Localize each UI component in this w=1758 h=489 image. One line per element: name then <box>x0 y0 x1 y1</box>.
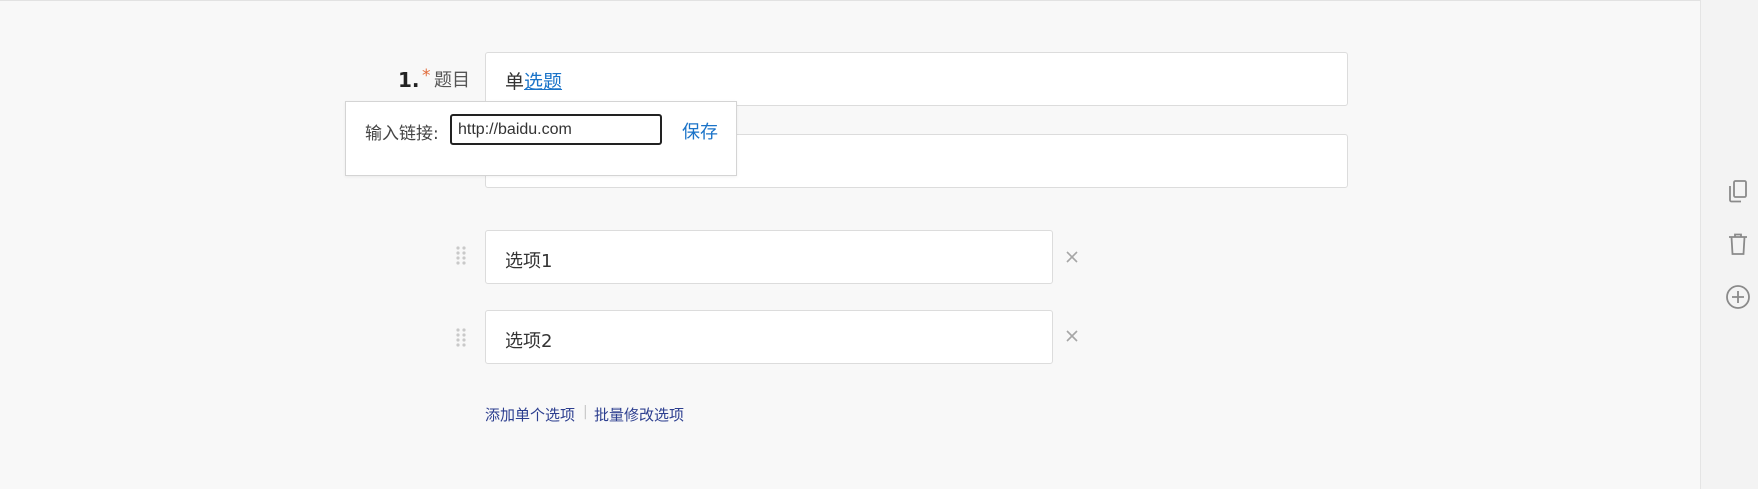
action-separator: | <box>583 404 588 420</box>
option-label: 选项2 <box>505 331 553 352</box>
title-text: 单 <box>505 71 525 93</box>
remove-option-icon[interactable] <box>1063 248 1081 266</box>
drag-handle-icon[interactable] <box>455 245 467 265</box>
link-popup-label: 输入链接: <box>365 124 439 144</box>
link-save-button[interactable]: 保存 <box>682 118 718 144</box>
title-link-text[interactable]: 选题 <box>524 71 562 93</box>
option-label: 选项1 <box>505 251 553 272</box>
copy-icon[interactable] <box>1725 178 1751 204</box>
remove-option-icon[interactable] <box>1063 327 1081 345</box>
link-url-input[interactable] <box>450 114 662 145</box>
drag-handle-icon[interactable] <box>455 327 467 347</box>
add-circle-icon[interactable] <box>1725 284 1751 310</box>
option-field[interactable]: 选项1 <box>485 230 1053 284</box>
required-mark: * <box>422 66 431 86</box>
trash-icon[interactable] <box>1725 231 1751 257</box>
option-field[interactable]: 选项2 <box>485 310 1053 364</box>
add-single-option-link[interactable]: 添加单个选项 <box>485 404 575 425</box>
top-divider <box>0 0 1700 1</box>
question-number: 1. <box>398 68 420 92</box>
link-popup: 输入链接: 保存 <box>345 101 737 176</box>
batch-edit-options-link[interactable]: 批量修改选项 <box>594 404 684 425</box>
question-title-field[interactable]: 单选题 <box>485 52 1348 106</box>
question-label: 题目 <box>434 70 470 91</box>
